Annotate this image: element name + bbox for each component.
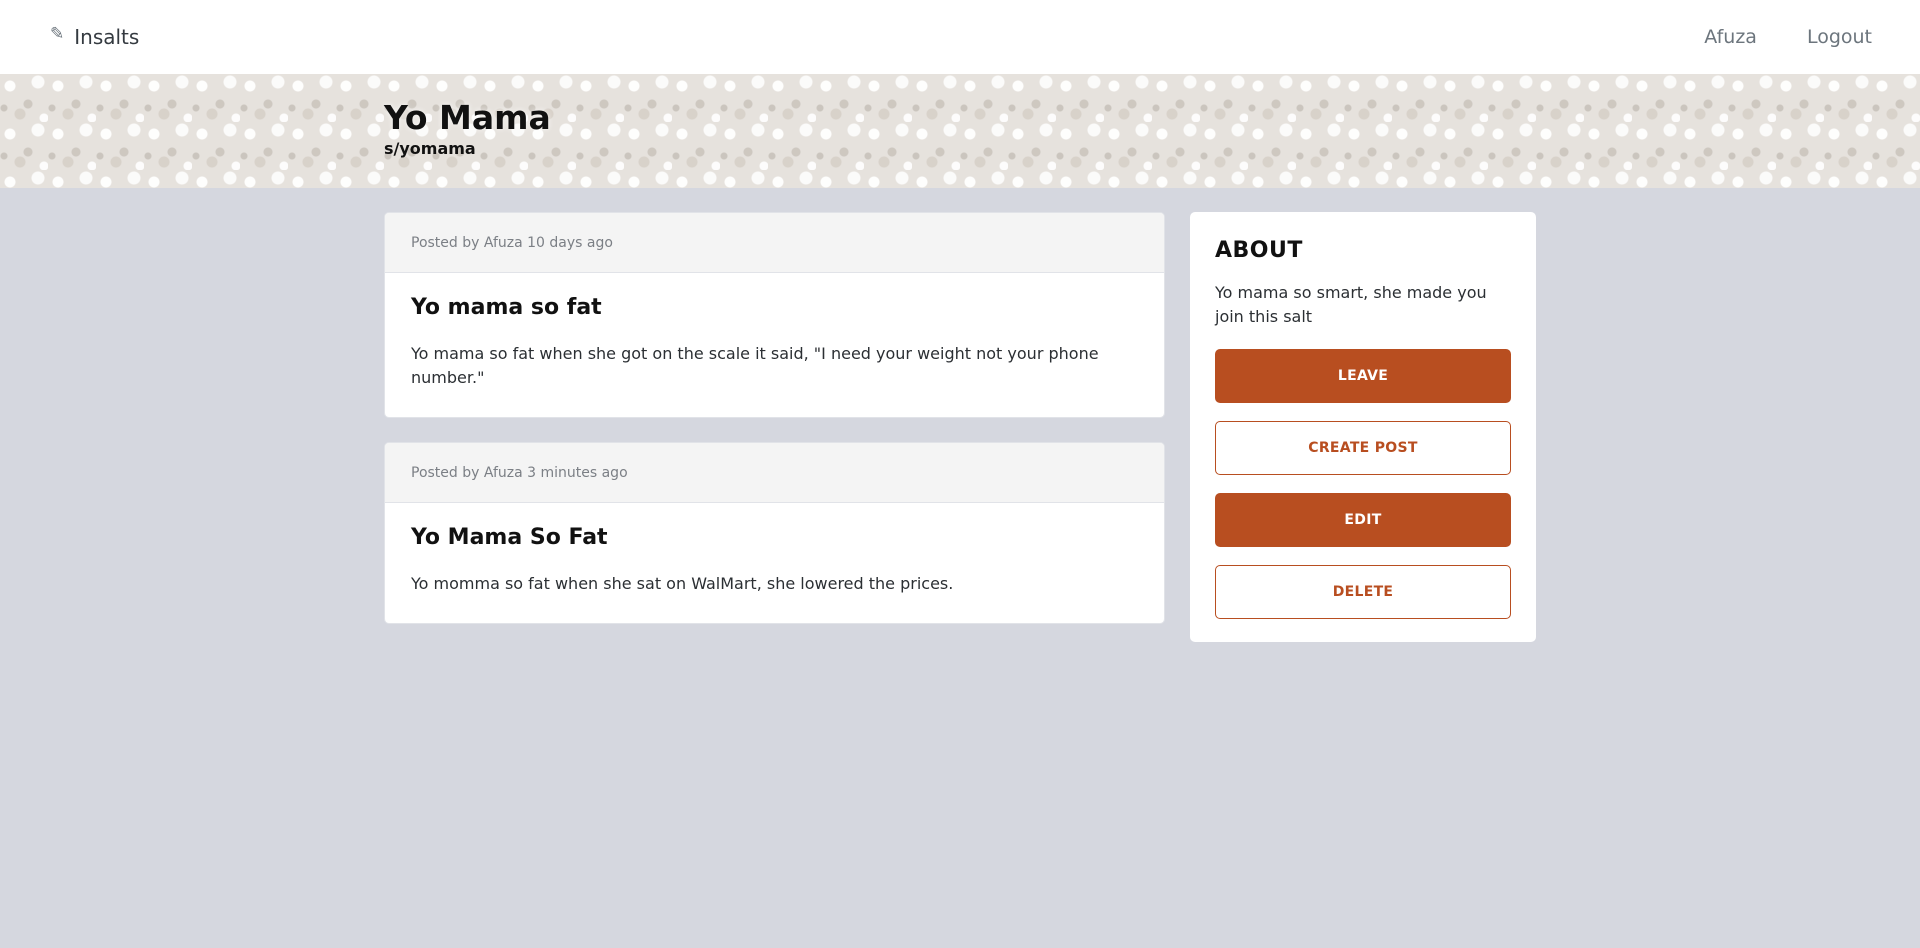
- edit-button[interactable]: EDIT: [1215, 493, 1511, 547]
- post-card[interactable]: Posted by Afuza 10 days ago Yo mama so f…: [384, 212, 1165, 418]
- brand-link[interactable]: ✎ Insalts: [50, 24, 140, 49]
- brand-name: Insalts: [74, 25, 140, 49]
- post-title: Yo mama so fat: [411, 295, 602, 320]
- sub-slug: s/yomama: [384, 139, 476, 158]
- nav-link-logout[interactable]: Logout: [1807, 26, 1872, 48]
- top-navbar: ✎ Insalts Afuza Logout: [0, 0, 1920, 74]
- create-post-button[interactable]: CREATE POST: [1215, 421, 1511, 475]
- nav-links: Afuza Logout: [1704, 26, 1872, 48]
- sub-banner: Yo Mama s/yomama: [0, 74, 1920, 188]
- leave-button[interactable]: LEAVE: [1215, 349, 1511, 403]
- post-card[interactable]: Posted by Afuza 3 minutes ago Yo Mama So…: [384, 442, 1165, 624]
- post-text: Yo mama so fat when she got on the scale…: [411, 344, 1099, 387]
- about-panel: ABOUT Yo mama so smart, she made you joi…: [1190, 212, 1536, 642]
- nav-link-profile[interactable]: Afuza: [1704, 26, 1757, 48]
- post-body: Yo Mama So Fat Yo momma so fat when she …: [385, 503, 1164, 623]
- delete-button[interactable]: DELETE: [1215, 565, 1511, 619]
- post-body: Yo mama so fat Yo mama so fat when she g…: [385, 273, 1164, 417]
- post-title: Yo Mama So Fat: [411, 525, 608, 550]
- post-text: Yo momma so fat when she sat on WalMart,…: [411, 574, 954, 593]
- pencil-icon: ✎: [50, 24, 65, 44]
- banner-content: Yo Mama s/yomama: [384, 98, 551, 158]
- post-meta: Posted by Afuza 3 minutes ago: [385, 443, 1164, 503]
- post-meta: Posted by Afuza 10 days ago: [385, 213, 1164, 273]
- post-list: Posted by Afuza 10 days ago Yo mama so f…: [384, 212, 1165, 648]
- about-heading: ABOUT: [1215, 238, 1303, 263]
- about-description: Yo mama so smart, she made you join this…: [1215, 283, 1487, 326]
- sub-title: Yo Mama: [384, 98, 551, 137]
